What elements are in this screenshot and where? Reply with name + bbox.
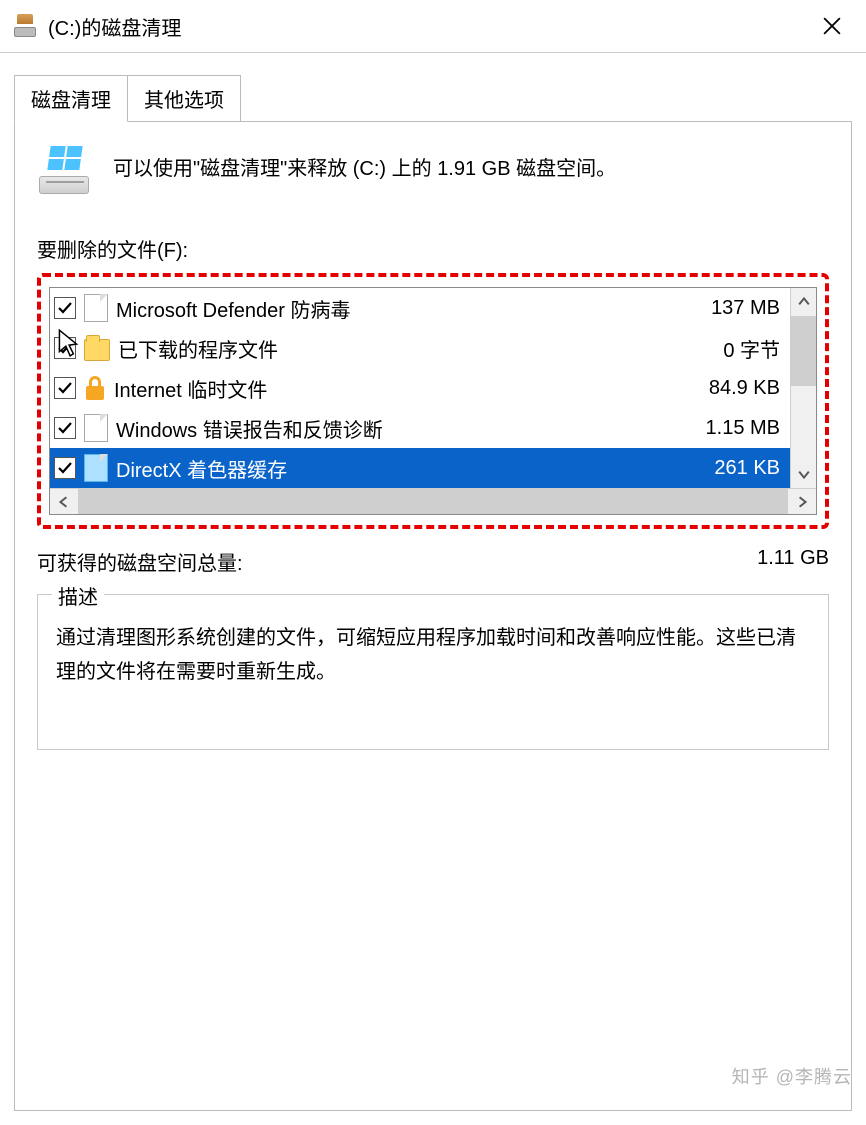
intro-text: 可以使用"磁盘清理"来释放 (C:) 上的 1.91 GB 磁盘空间。 [113,144,616,186]
annotation-highlight: Microsoft Defender 防病毒 137 MB 已下载的程序文件 0 字节… [37,273,829,529]
titlebar: (C:)的磁盘清理 [0,0,866,52]
checkbox[interactable] [54,457,76,479]
tab-panel: 可以使用"磁盘清理"来释放 (C:) 上的 1.91 GB 磁盘空间。 要删除的… [14,121,852,1111]
list-item[interactable]: 已下载的程序文件 0 字节 [50,328,790,368]
scroll-down-icon[interactable] [791,460,816,488]
disk-cleanup-icon [14,14,38,38]
list-item-size: 137 MB [711,297,784,320]
list-item-label: Microsoft Defender 防病毒 [116,294,703,323]
folder-icon [84,339,110,361]
description-legend: 描述 [52,581,104,610]
checkbox[interactable] [54,377,76,399]
list-item-label: Windows 错误报告和反馈诊断 [116,414,698,443]
checkbox[interactable] [54,337,76,359]
scroll-up-icon[interactable] [791,288,816,316]
files-listbox[interactable]: Microsoft Defender 防病毒 137 MB 已下载的程序文件 0 字节… [49,287,817,515]
files-to-delete-label: 要删除的文件(F): [37,234,829,263]
list-item[interactable]: Windows 错误报告和反馈诊断 1.15 MB [50,408,790,448]
lock-icon [84,376,106,400]
vertical-scrollbar[interactable] [790,288,816,488]
horizontal-scrollbar[interactable] [50,488,816,514]
scroll-left-icon[interactable] [50,489,78,514]
file-icon [84,454,108,482]
intro-row: 可以使用"磁盘清理"来释放 (C:) 上的 1.91 GB 磁盘空间。 [37,144,829,194]
list-item-label: Internet 临时文件 [114,374,701,403]
list-item[interactable]: DirectX 着色器缓存 261 KB [50,448,790,488]
tab-strip: 磁盘清理 其他选项 [14,75,852,121]
total-label: 可获得的磁盘空间总量: [37,547,243,576]
list-item[interactable]: Microsoft Defender 防病毒 137 MB [50,288,790,328]
list-item-size: 1.15 MB [706,417,784,440]
window-title: (C:)的磁盘清理 [48,12,181,41]
scroll-thumb-h[interactable] [78,489,788,514]
close-button[interactable] [812,6,852,46]
file-icon [84,294,108,322]
list-item[interactable]: Internet 临时文件 84.9 KB [50,368,790,408]
description-text: 通过清理图形系统创建的文件，可缩短应用程序加载时间和改善响应性能。这些已清理的文… [56,621,810,689]
total-row: 可获得的磁盘空间总量: 1.11 GB [37,547,829,576]
close-icon [823,17,841,35]
drive-icon [37,144,93,194]
list-item-size: 261 KB [714,457,784,480]
total-value: 1.11 GB [757,547,829,576]
scroll-right-icon[interactable] [788,489,816,514]
list-item-label: DirectX 着色器缓存 [116,454,706,483]
dialog-body: 磁盘清理 其他选项 可以使用"磁盘清理"来释放 (C:) 上的 1.91 GB … [0,52,866,1125]
list-item-label: 已下载的程序文件 [118,334,715,363]
scroll-thumb-v[interactable] [791,316,816,386]
file-icon [84,414,108,442]
tab-other-options[interactable]: 其他选项 [127,75,241,121]
list-item-size: 84.9 KB [709,377,784,400]
description-group: 描述 通过清理图形系统创建的文件，可缩短应用程序加载时间和改善响应性能。这些已清… [37,594,829,750]
checkbox[interactable] [54,297,76,319]
checkbox[interactable] [54,417,76,439]
list-item-size: 0 字节 [723,334,784,363]
tab-cleanup[interactable]: 磁盘清理 [14,75,128,122]
